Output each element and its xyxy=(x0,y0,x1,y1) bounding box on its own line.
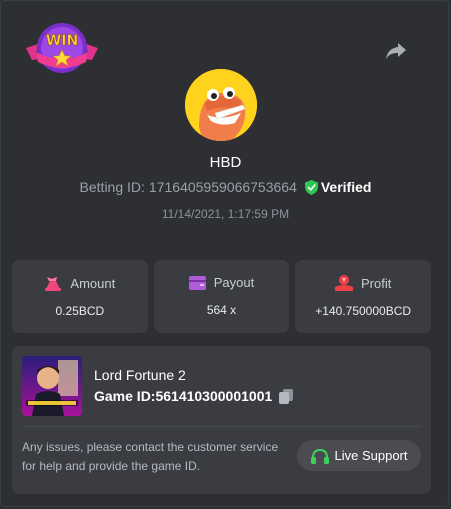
copy-icon[interactable] xyxy=(278,388,294,404)
betting-id-label: Betting ID: xyxy=(79,179,145,195)
dinosaur-avatar-icon xyxy=(185,69,257,141)
divider xyxy=(22,426,421,427)
betting-id-row: Betting ID: 1716405959066753664 Verified xyxy=(0,179,451,195)
help-text: Any issues, please contact the customer … xyxy=(22,440,279,473)
live-support-button[interactable]: Live Support xyxy=(297,440,421,471)
stat-label-payout: Payout xyxy=(213,275,255,290)
stats-row: Amount 0.25BCD Payout 564 x Profit +140.… xyxy=(12,260,432,333)
stat-value-amount: 0.25BCD xyxy=(55,304,105,318)
money-bag-icon xyxy=(45,277,62,291)
betting-id-value: 1716405959066753664 xyxy=(148,179,297,195)
headset-icon xyxy=(310,448,329,464)
bet-timestamp: 11/14/2021, 1:17:59 PM xyxy=(161,207,290,221)
game-id-row: Game ID: 561410300001001 xyxy=(94,388,294,404)
game-title: Lord Fortune 2 xyxy=(94,367,186,383)
svg-text:WIN: WIN xyxy=(46,33,78,49)
live-support-label: Live Support xyxy=(334,448,408,463)
stat-card-payout: Payout 564 x xyxy=(153,260,290,333)
stat-label-amount: Amount xyxy=(70,275,116,291)
share-arrow-icon[interactable] xyxy=(383,37,409,63)
game-cover-icon[interactable] xyxy=(22,356,82,416)
stat-label-profit: Profit xyxy=(361,275,392,291)
stat-card-amount: Amount 0.25BCD xyxy=(12,260,148,333)
username: HBD xyxy=(209,154,242,171)
wallet-icon xyxy=(188,275,206,290)
avatar xyxy=(185,69,257,141)
shield-check-icon xyxy=(304,179,318,195)
stat-card-profit: Profit +140.750000BCD xyxy=(295,260,432,333)
game-id-label: Game ID: xyxy=(94,388,156,404)
game-card: Lord Fortune 2 Game ID: 561410300001001 … xyxy=(12,346,431,494)
profit-icon xyxy=(335,275,353,291)
verified-badge: Verified xyxy=(304,179,372,195)
game-id-value: 561410300001001 xyxy=(155,388,273,404)
stat-value-profit: +140.750000BCD xyxy=(315,304,412,318)
win-badge-icon: WIN xyxy=(26,23,98,73)
verified-label: Verified xyxy=(320,179,372,195)
stat-value-payout: 564 x xyxy=(206,303,237,317)
